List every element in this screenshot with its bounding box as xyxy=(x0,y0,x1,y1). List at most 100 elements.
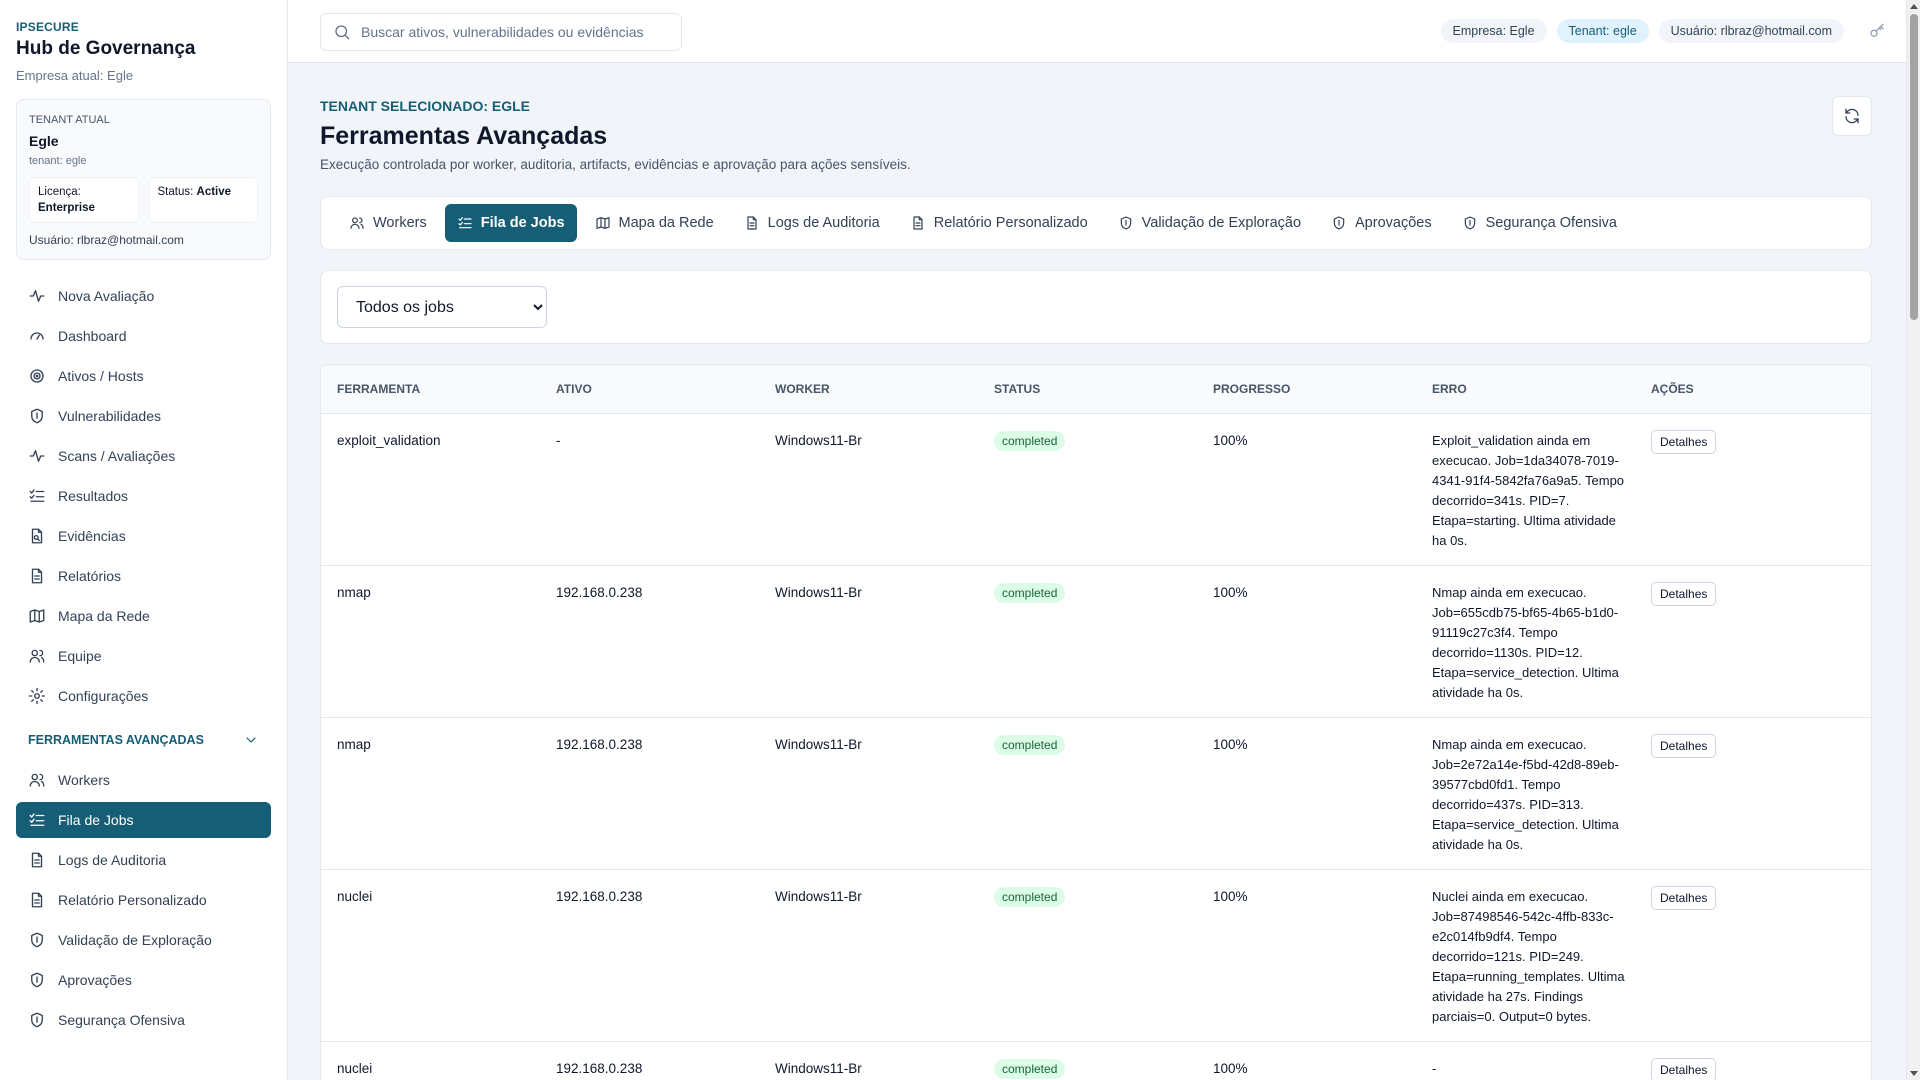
sidebar-item-validacao-de-exploracao[interactable]: Validação de Exploração xyxy=(16,922,271,958)
sidebar-item-evidencias[interactable]: Evidências xyxy=(16,518,271,554)
sidebar-item-label: Workers xyxy=(58,772,110,788)
current-company: Empresa atual: Egle xyxy=(16,68,134,83)
tenant-user: Usuário: rlbraz@hotmail.com xyxy=(29,233,184,247)
file-text-icon xyxy=(28,851,46,869)
cell-error: - xyxy=(1416,1041,1635,1080)
company-pill: Empresa: Egle xyxy=(1440,19,1547,43)
tab-relatorio-personalizado[interactable]: Relatório Personalizado xyxy=(898,204,1100,242)
list-check-icon xyxy=(28,811,46,829)
sidebar-item-fila-de-jobs[interactable]: Fila de Jobs xyxy=(16,802,271,838)
status-badge: completed xyxy=(994,582,1066,603)
sidebar: IPSECURE Hub de Governança Empresa atual… xyxy=(0,0,288,1080)
main-content: TENANT SELECIONADO: EGLE Ferramentas Ava… xyxy=(320,63,1872,1080)
cell-progress: 100% xyxy=(1197,1041,1416,1080)
sidebar-item-label: Logs de Auditoria xyxy=(58,852,167,868)
sidebar-item-dashboard[interactable]: Dashboard xyxy=(16,318,271,354)
cell-worker: Windows11-Br xyxy=(759,869,978,1042)
sidebar-item-mapa-da-rede[interactable]: Mapa da Rede xyxy=(16,598,271,634)
details-button[interactable]: Detalhes xyxy=(1651,429,1717,454)
sidebar-item-relatorios[interactable]: Relatórios xyxy=(16,558,271,594)
refresh-button[interactable] xyxy=(1832,96,1872,136)
cell-status: completed xyxy=(978,1041,1197,1080)
column-header-erro: ERRO xyxy=(1416,365,1635,414)
scroll-up-arrow[interactable] xyxy=(1910,4,1918,9)
search-box[interactable] xyxy=(320,13,682,51)
nav-section-advanced-tools[interactable]: FERRAMENTAS AVANÇADAS xyxy=(16,728,271,752)
sidebar-item-label: Evidências xyxy=(58,528,126,544)
tab-workers[interactable]: Workers xyxy=(337,204,439,242)
chevron-down-icon[interactable] xyxy=(243,732,259,748)
details-button[interactable]: Detalhes xyxy=(1651,733,1717,758)
file-text-icon xyxy=(744,215,760,231)
tab-validacao-de-exploracao[interactable]: Validação de Exploração xyxy=(1106,204,1313,242)
sidebar-item-seguranca-ofensiva[interactable]: Segurança Ofensiva xyxy=(16,1002,271,1038)
shield-icon xyxy=(1118,215,1134,231)
jobs-table-card: FERRAMENTA ATIVO WORKER STATUS PROGRESSO ERRO… xyxy=(320,364,1872,1080)
details-button[interactable]: Detalhes xyxy=(1651,885,1717,910)
sidebar-item-label: Ativos / Hosts xyxy=(58,368,144,384)
shield-icon xyxy=(28,407,46,425)
target-icon xyxy=(28,367,46,385)
tab-fila-de-jobs[interactable]: Fila de Jobs xyxy=(444,204,577,242)
sidebar-item-aprovacoes[interactable]: Aprovações xyxy=(16,962,271,998)
table-row: nmap 192.168.0.238 Windows11-Br completed 10… xyxy=(321,717,1871,870)
details-button[interactable]: Detalhes xyxy=(1651,1057,1717,1080)
file-icon xyxy=(28,527,46,545)
table-row: nuclei 192.168.0.238 Windows11-Br completed… xyxy=(321,1041,1871,1080)
sidebar-item-logs-de-auditoria[interactable]: Logs de Auditoria xyxy=(16,842,271,878)
cell-status: completed xyxy=(978,717,1197,870)
tab-seguranca-ofensiva[interactable]: Segurança Ofensiva xyxy=(1450,204,1629,242)
column-header-ferramenta: FERRAMENTA xyxy=(321,365,540,414)
status-badge: completed xyxy=(994,1058,1066,1079)
sidebar-item-scans-avaliacoes[interactable]: Scans / Avaliações xyxy=(16,438,271,474)
cell-tool: exploit_validation xyxy=(321,413,540,566)
table-row: exploit_validation - Windows11-Br completed… xyxy=(321,413,1871,566)
tab-label: Aprovações xyxy=(1355,215,1432,231)
page-scrollbar[interactable] xyxy=(1906,0,1920,1080)
sidebar-item-nova-avaliacao[interactable]: Nova Avaliação xyxy=(16,278,271,314)
gear-icon xyxy=(28,687,46,705)
sidebar-item-relatorio-personalizado[interactable]: Relatório Personalizado xyxy=(16,882,271,918)
cell-actions: Detalhes xyxy=(1635,717,1871,870)
file-text-icon xyxy=(28,567,46,585)
column-header-worker: WORKER xyxy=(759,365,978,414)
file-text-icon xyxy=(910,215,926,231)
tab-aprovacoes[interactable]: Aprovações xyxy=(1319,204,1444,242)
cell-status: completed xyxy=(978,869,1197,1042)
status-badge: completed xyxy=(994,430,1066,451)
sidebar-item-configuracoes[interactable]: Configurações xyxy=(16,678,271,714)
sidebar-item-label: Dashboard xyxy=(58,328,127,344)
tab-mapa-da-rede[interactable]: Mapa da Rede xyxy=(583,204,726,242)
search-icon xyxy=(333,23,351,41)
tab-label: Fila de Jobs xyxy=(480,215,565,231)
search-input[interactable] xyxy=(361,24,661,40)
tab-label: Logs de Auditoria xyxy=(767,215,880,231)
scroll-down-arrow[interactable] xyxy=(1910,1071,1918,1076)
cell-status: completed xyxy=(978,413,1197,566)
sidebar-item-label: Scans / Avaliações xyxy=(58,448,176,464)
sidebar-item-equipe[interactable]: Equipe xyxy=(16,638,271,674)
sidebar-item-resultados[interactable]: Resultados xyxy=(16,478,271,514)
sidebar-item-label: Equipe xyxy=(58,648,102,664)
nav-section-label: FERRAMENTAS AVANÇADAS xyxy=(28,733,204,747)
tab-logs-de-auditoria[interactable]: Logs de Auditoria xyxy=(732,204,892,242)
scroll-thumb[interactable] xyxy=(1910,14,1918,320)
key-icon[interactable] xyxy=(1868,22,1886,40)
cell-error: Exploit_validation ainda em execucao. Jo… xyxy=(1416,413,1635,566)
details-button[interactable]: Detalhes xyxy=(1651,581,1717,606)
cell-error: Nuclei ainda em execucao. Job=87498546-5… xyxy=(1416,869,1635,1042)
sidebar-item-ativos-hosts[interactable]: Ativos / Hosts xyxy=(16,358,271,394)
sidebar-item-workers[interactable]: Workers xyxy=(16,762,271,798)
cell-tool: nmap xyxy=(321,717,540,870)
sidebar-item-vulnerabilidades[interactable]: Vulnerabilidades xyxy=(16,398,271,434)
cell-asset: 192.168.0.238 xyxy=(540,869,759,1042)
job-filter-select[interactable]: Todos os jobs xyxy=(337,286,547,328)
shield-icon xyxy=(1462,215,1478,231)
page-subtitle: Execução controlada por worker, auditori… xyxy=(320,157,911,172)
table-body: exploit_validation - Windows11-Br completed… xyxy=(321,413,1871,1080)
map-icon xyxy=(595,215,611,231)
cell-tool: nuclei xyxy=(321,1041,540,1080)
tenant-slug: tenant: egle xyxy=(29,155,87,167)
cell-progress: 100% xyxy=(1197,413,1416,566)
tab-label: Workers xyxy=(373,215,427,231)
